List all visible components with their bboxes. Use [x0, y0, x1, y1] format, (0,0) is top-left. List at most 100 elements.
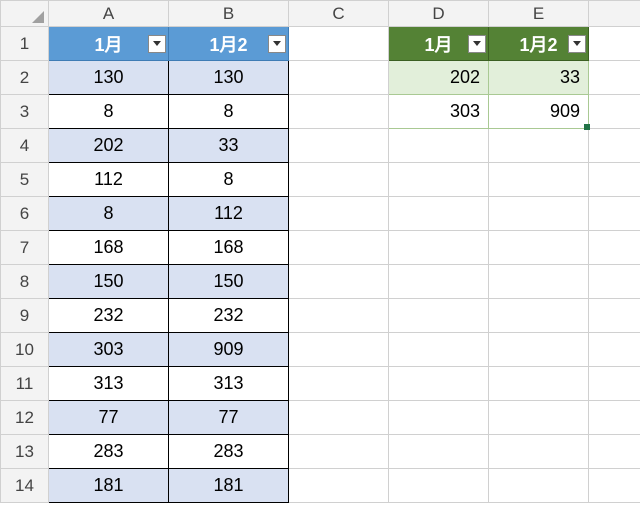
cell[interactable]: 77 [169, 401, 289, 435]
cell[interactable] [289, 333, 389, 367]
cell[interactable]: 232 [169, 299, 289, 333]
cell[interactable] [389, 129, 489, 163]
cell[interactable]: 33 [489, 61, 589, 95]
cell[interactable] [589, 367, 640, 401]
cell[interactable]: 313 [49, 367, 169, 401]
cell[interactable] [289, 163, 389, 197]
filter-dropdown-icon[interactable] [468, 35, 486, 53]
row-header[interactable]: 2 [1, 61, 49, 95]
row-header[interactable]: 4 [1, 129, 49, 163]
cell[interactable] [489, 231, 589, 265]
cell[interactable] [389, 333, 489, 367]
cell[interactable] [389, 435, 489, 469]
cell[interactable] [589, 61, 640, 95]
cell[interactable]: 8 [169, 163, 289, 197]
cell[interactable] [489, 367, 589, 401]
row-header[interactable]: 11 [1, 367, 49, 401]
cell[interactable] [289, 299, 389, 333]
cell[interactable] [589, 231, 640, 265]
cell[interactable] [489, 265, 589, 299]
cell[interactable] [389, 231, 489, 265]
cell[interactable] [589, 265, 640, 299]
col-header-A[interactable]: A [49, 1, 169, 27]
cell[interactable] [489, 299, 589, 333]
cell[interactable] [289, 265, 389, 299]
row-header[interactable]: 3 [1, 95, 49, 129]
cell[interactable] [589, 95, 640, 129]
filter-dropdown-icon[interactable] [268, 35, 286, 53]
row-header[interactable]: 10 [1, 333, 49, 367]
row-header[interactable]: 12 [1, 401, 49, 435]
cell[interactable] [489, 197, 589, 231]
cell[interactable]: 150 [169, 265, 289, 299]
cell[interactable]: 8 [49, 197, 169, 231]
cell[interactable] [389, 401, 489, 435]
cell[interactable] [289, 197, 389, 231]
cell[interactable] [289, 231, 389, 265]
cell[interactable]: 181 [49, 469, 169, 503]
cell[interactable] [389, 469, 489, 503]
cell[interactable]: 1月 [49, 27, 169, 61]
filter-dropdown-icon[interactable] [148, 35, 166, 53]
col-header-C[interactable]: C [289, 1, 389, 27]
cell[interactable] [589, 299, 640, 333]
cell[interactable] [589, 333, 640, 367]
cell[interactable]: 168 [49, 231, 169, 265]
cell[interactable]: 232 [49, 299, 169, 333]
cell[interactable] [489, 163, 589, 197]
cell[interactable]: 313 [169, 367, 289, 401]
cell[interactable]: 1月2 [489, 27, 589, 61]
cell[interactable] [589, 27, 640, 61]
cell[interactable]: 112 [169, 197, 289, 231]
row-header[interactable]: 9 [1, 299, 49, 333]
row-header[interactable]: 5 [1, 163, 49, 197]
cell[interactable]: 112 [49, 163, 169, 197]
cell[interactable] [589, 435, 640, 469]
cell[interactable] [289, 401, 389, 435]
cell[interactable] [289, 27, 389, 61]
cell[interactable]: 1月2 [169, 27, 289, 61]
select-all-corner[interactable] [0, 0, 48, 26]
cell[interactable]: 1月 [389, 27, 489, 61]
cell[interactable]: 283 [49, 435, 169, 469]
cell[interactable] [289, 61, 389, 95]
cell[interactable]: 202 [49, 129, 169, 163]
row-header[interactable]: 1 [1, 27, 49, 61]
cell[interactable] [289, 367, 389, 401]
cell[interactable]: 8 [169, 95, 289, 129]
row-header[interactable]: 13 [1, 435, 49, 469]
cell[interactable]: 150 [49, 265, 169, 299]
cell[interactable] [489, 333, 589, 367]
cell[interactable] [389, 197, 489, 231]
cell[interactable] [289, 95, 389, 129]
cell[interactable]: 168 [169, 231, 289, 265]
cell[interactable] [489, 129, 589, 163]
cell[interactable]: 181 [169, 469, 289, 503]
row-header[interactable]: 14 [1, 469, 49, 503]
cell[interactable] [589, 401, 640, 435]
col-header-E[interactable]: E [489, 1, 589, 27]
cell[interactable] [389, 299, 489, 333]
cell[interactable]: 33 [169, 129, 289, 163]
cell[interactable] [389, 265, 489, 299]
cell[interactable] [289, 435, 389, 469]
cell[interactable] [589, 469, 640, 503]
cell[interactable]: 130 [49, 61, 169, 95]
col-header-B[interactable]: B [169, 1, 289, 27]
col-header-D[interactable]: D [389, 1, 489, 27]
cell[interactable] [289, 469, 389, 503]
cell[interactable] [489, 435, 589, 469]
spreadsheet[interactable]: ABCDE11月1月21月1月2213013020233388303909420… [0, 0, 640, 512]
cell[interactable]: 303 [389, 95, 489, 129]
cell[interactable]: 909 [169, 333, 289, 367]
cell[interactable]: 8 [49, 95, 169, 129]
cell[interactable] [589, 163, 640, 197]
cell[interactable] [289, 129, 389, 163]
cell[interactable] [389, 163, 489, 197]
cell[interactable]: 303 [49, 333, 169, 367]
cell[interactable]: 283 [169, 435, 289, 469]
col-header-extra[interactable] [589, 1, 640, 27]
filter-dropdown-icon[interactable] [568, 35, 586, 53]
row-header[interactable]: 8 [1, 265, 49, 299]
cell[interactable]: 77 [49, 401, 169, 435]
